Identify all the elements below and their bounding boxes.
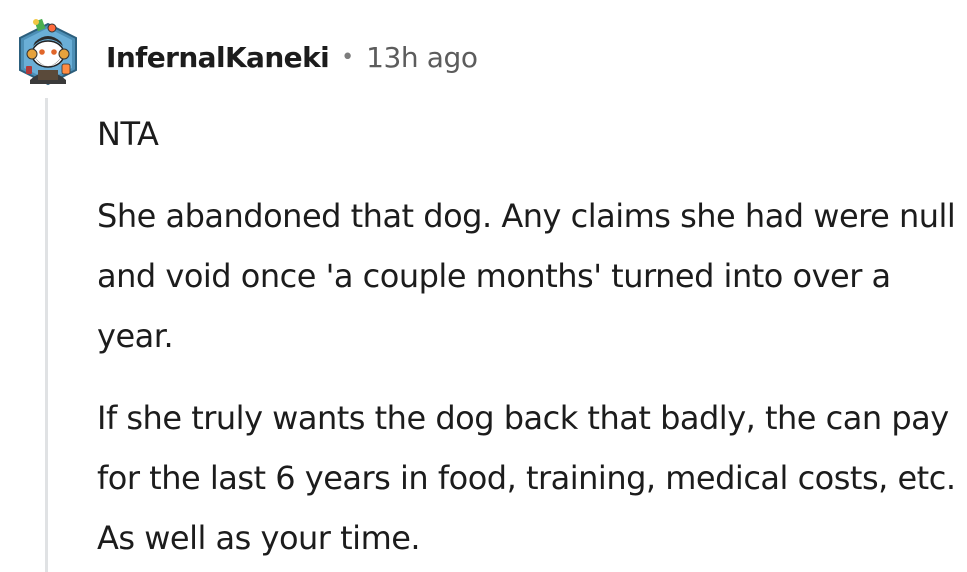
thread-line[interactable] — [45, 98, 48, 572]
user-avatar[interactable] — [12, 14, 84, 90]
comment-header: InfernalKaneki • 13h ago — [106, 36, 478, 78]
comment-body: NTA She abandoned that dog. Any claims s… — [97, 104, 957, 568]
snoo-avatar-icon — [19, 18, 77, 86]
comment-paragraph: If she truly wants the dog back that bad… — [97, 399, 956, 557]
meta-separator: • — [341, 44, 355, 70]
username-link[interactable]: InfernalKaneki — [106, 41, 330, 74]
comment-paragraph: She abandoned that dog. Any claims she h… — [97, 197, 956, 355]
comment-timestamp[interactable]: 13h ago — [366, 41, 478, 74]
comment-paragraph: NTA — [97, 115, 159, 153]
